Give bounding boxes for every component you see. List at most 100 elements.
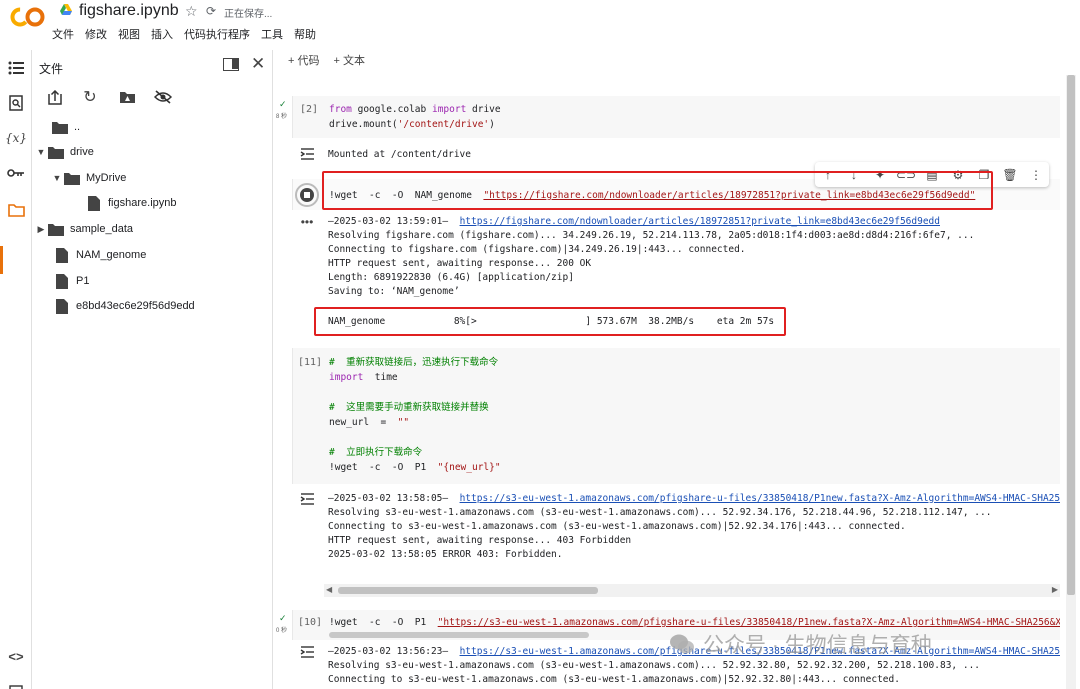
upload-icon[interactable] [46, 88, 64, 106]
output-link[interactable]: https://figshare.com/ndownloader/article… [460, 216, 940, 227]
code-token: "" [397, 417, 410, 428]
code-token: from [329, 104, 352, 115]
file-icon [53, 247, 71, 263]
files-panel: 文件 ✕ ↻ .. ▼ drive ▼ MyDrive figshare.ipy… [33, 50, 273, 689]
left-rail: {x} <> [0, 50, 32, 689]
code-token: !wget -c -O P1 [329, 462, 438, 473]
cell-output: Mounted at /content/drive [328, 149, 471, 160]
caret-right-icon[interactable]: ▶ [35, 224, 47, 235]
highlight-box [314, 307, 786, 336]
menu-runtime[interactable]: 代码执行程序 [184, 26, 250, 42]
code-token: time [363, 372, 398, 383]
scroll-left-icon[interactable]: ◀ [326, 585, 332, 594]
toc-icon[interactable] [6, 58, 26, 78]
exec-time: 8 秒 [276, 114, 288, 120]
code-token: !wget -c -O P1 [329, 617, 438, 628]
find-icon[interactable] [6, 93, 26, 113]
more-output-icon[interactable]: ••• [299, 215, 315, 229]
vertical-scrollbar[interactable] [1066, 75, 1076, 689]
output-icon[interactable] [299, 645, 315, 659]
tree-item-mydrive[interactable]: ▼ MyDrive [51, 168, 126, 188]
output-icon[interactable] [299, 492, 315, 506]
folder-icon [63, 170, 81, 186]
top-header: figshare.ipynb ☆ ⟳ 正在保存... 文件 修改 视图 插入 代… [0, 0, 1080, 45]
output-line: Resolving s3-eu-west-1.amazonaws.com (s3… [328, 507, 992, 518]
tree-item-label: MyDrive [86, 172, 127, 184]
exec-time: 0 秒 [276, 628, 288, 634]
hide-files-icon[interactable] [154, 88, 172, 106]
folder-icon [51, 119, 69, 135]
tree-item-nam-genome[interactable]: NAM_genome [53, 245, 146, 265]
tree-item-label: drive [70, 146, 94, 158]
code-token: drive [466, 104, 501, 115]
terminal-icon[interactable] [6, 680, 26, 689]
check-icon: ✓ [279, 99, 287, 109]
code-editor[interactable]: from google.colab import drive drive.mou… [329, 102, 501, 132]
notebook-title[interactable]: figshare.ipynb [79, 2, 179, 20]
star-icon[interactable]: ☆ [185, 3, 198, 20]
caret-down-icon[interactable]: ▼ [51, 173, 63, 183]
tree-item-label: P1 [76, 275, 90, 287]
save-status: 正在保存... [224, 9, 273, 20]
mount-drive-icon[interactable] [118, 88, 136, 106]
tree-item-label: figshare.ipynb [108, 197, 177, 209]
code-token: google.colab [351, 104, 432, 115]
code-cell[interactable]: [2] from google.colab import drive drive… [292, 96, 1060, 138]
tree-item-sample-data[interactable]: ▶ sample_data [35, 219, 133, 239]
active-indicator [0, 246, 3, 274]
drive-icon [60, 4, 72, 15]
menu-file[interactable]: 文件 [52, 26, 74, 42]
refresh-icon[interactable]: ↻ [81, 88, 99, 106]
code-editor[interactable]: !wget -c -O P1 "https://s3-eu-west-1.ama… [329, 615, 1060, 630]
cell-output: —2025-03-02 13:59:01— https://figshare.c… [328, 215, 974, 299]
scrollbar-thumb[interactable] [329, 632, 589, 638]
sync-icon: ⟳ [206, 4, 217, 18]
scroll-right-icon[interactable]: ▶ [1052, 585, 1058, 594]
output-line: Length: 6891922830 (6.4G) [application/z… [328, 272, 574, 283]
tree-item-parent[interactable]: .. [39, 117, 80, 137]
menu-edit[interactable]: 修改 [85, 26, 107, 42]
panel-title: 文件 [39, 62, 64, 76]
variables-icon[interactable]: {x} [5, 128, 27, 148]
exec-count: [10] [298, 617, 323, 628]
code-token: # 这里需要手动重新获取链接并替换 [329, 402, 489, 413]
stop-icon [300, 188, 314, 202]
tree-item-p1[interactable]: P1 [53, 271, 89, 291]
more-icon[interactable]: ⋮ [1023, 164, 1049, 186]
scrollbar-thumb[interactable] [1067, 75, 1075, 595]
tree-item-figshare[interactable]: figshare.ipynb [85, 193, 177, 213]
code-editor[interactable]: # 重新获取链接后，迅速执行下载命令 import time # 这里需要手动重… [329, 355, 501, 475]
tree-item-label: sample_data [70, 223, 133, 235]
add-code-button[interactable]: + 代码 [288, 52, 319, 68]
caret-down-icon[interactable]: ▼ [35, 147, 47, 157]
stop-button[interactable] [295, 183, 319, 207]
horizontal-scrollbar[interactable]: ◀ ▶ [324, 584, 1060, 597]
tree-item-hash-file[interactable]: e8bd43ec6e29f56d9edd [53, 296, 195, 316]
code-token: import [431, 104, 467, 115]
code-snippets-icon[interactable]: <> [6, 646, 26, 666]
folder-icon[interactable] [6, 200, 26, 220]
panel-window-icon[interactable] [223, 58, 239, 71]
colab-logo[interactable] [10, 6, 46, 28]
code-token: new_url = [329, 417, 398, 428]
menu-tools[interactable]: 工具 [261, 26, 283, 42]
add-text-button[interactable]: + 文本 [333, 52, 364, 68]
menu-insert[interactable]: 插入 [151, 26, 173, 42]
delete-icon[interactable]: 🗑 [997, 164, 1023, 186]
menu-help[interactable]: 帮助 [294, 26, 316, 42]
key-icon[interactable] [6, 163, 26, 183]
highlight-box [322, 171, 993, 210]
code-token: '/content/drive' [397, 119, 490, 130]
output-line: HTTP request sent, awaiting response... … [328, 535, 632, 546]
output-line: Resolving s3-eu-west-1.amazonaws.com (s3… [328, 660, 981, 671]
watermark: 公众号 · 生物信息与育种 [669, 629, 932, 659]
output-icon[interactable] [299, 147, 315, 161]
close-icon[interactable]: ✕ [251, 54, 265, 74]
tree-item-drive[interactable]: ▼ drive [35, 142, 94, 162]
output-link[interactable]: https://s3-eu-west-1.amazonaws.com/pfigs… [460, 493, 1060, 504]
file-icon [53, 298, 71, 314]
code-cell[interactable]: [11] # 重新获取链接后，迅速执行下载命令 import time # 这里… [292, 348, 1060, 484]
menu-view[interactable]: 视图 [118, 26, 140, 42]
notebook-area: + 代码 + 文本 ✓ 8 秒 [2] from google.colab im… [274, 45, 1080, 689]
scrollbar-thumb[interactable] [338, 587, 598, 594]
